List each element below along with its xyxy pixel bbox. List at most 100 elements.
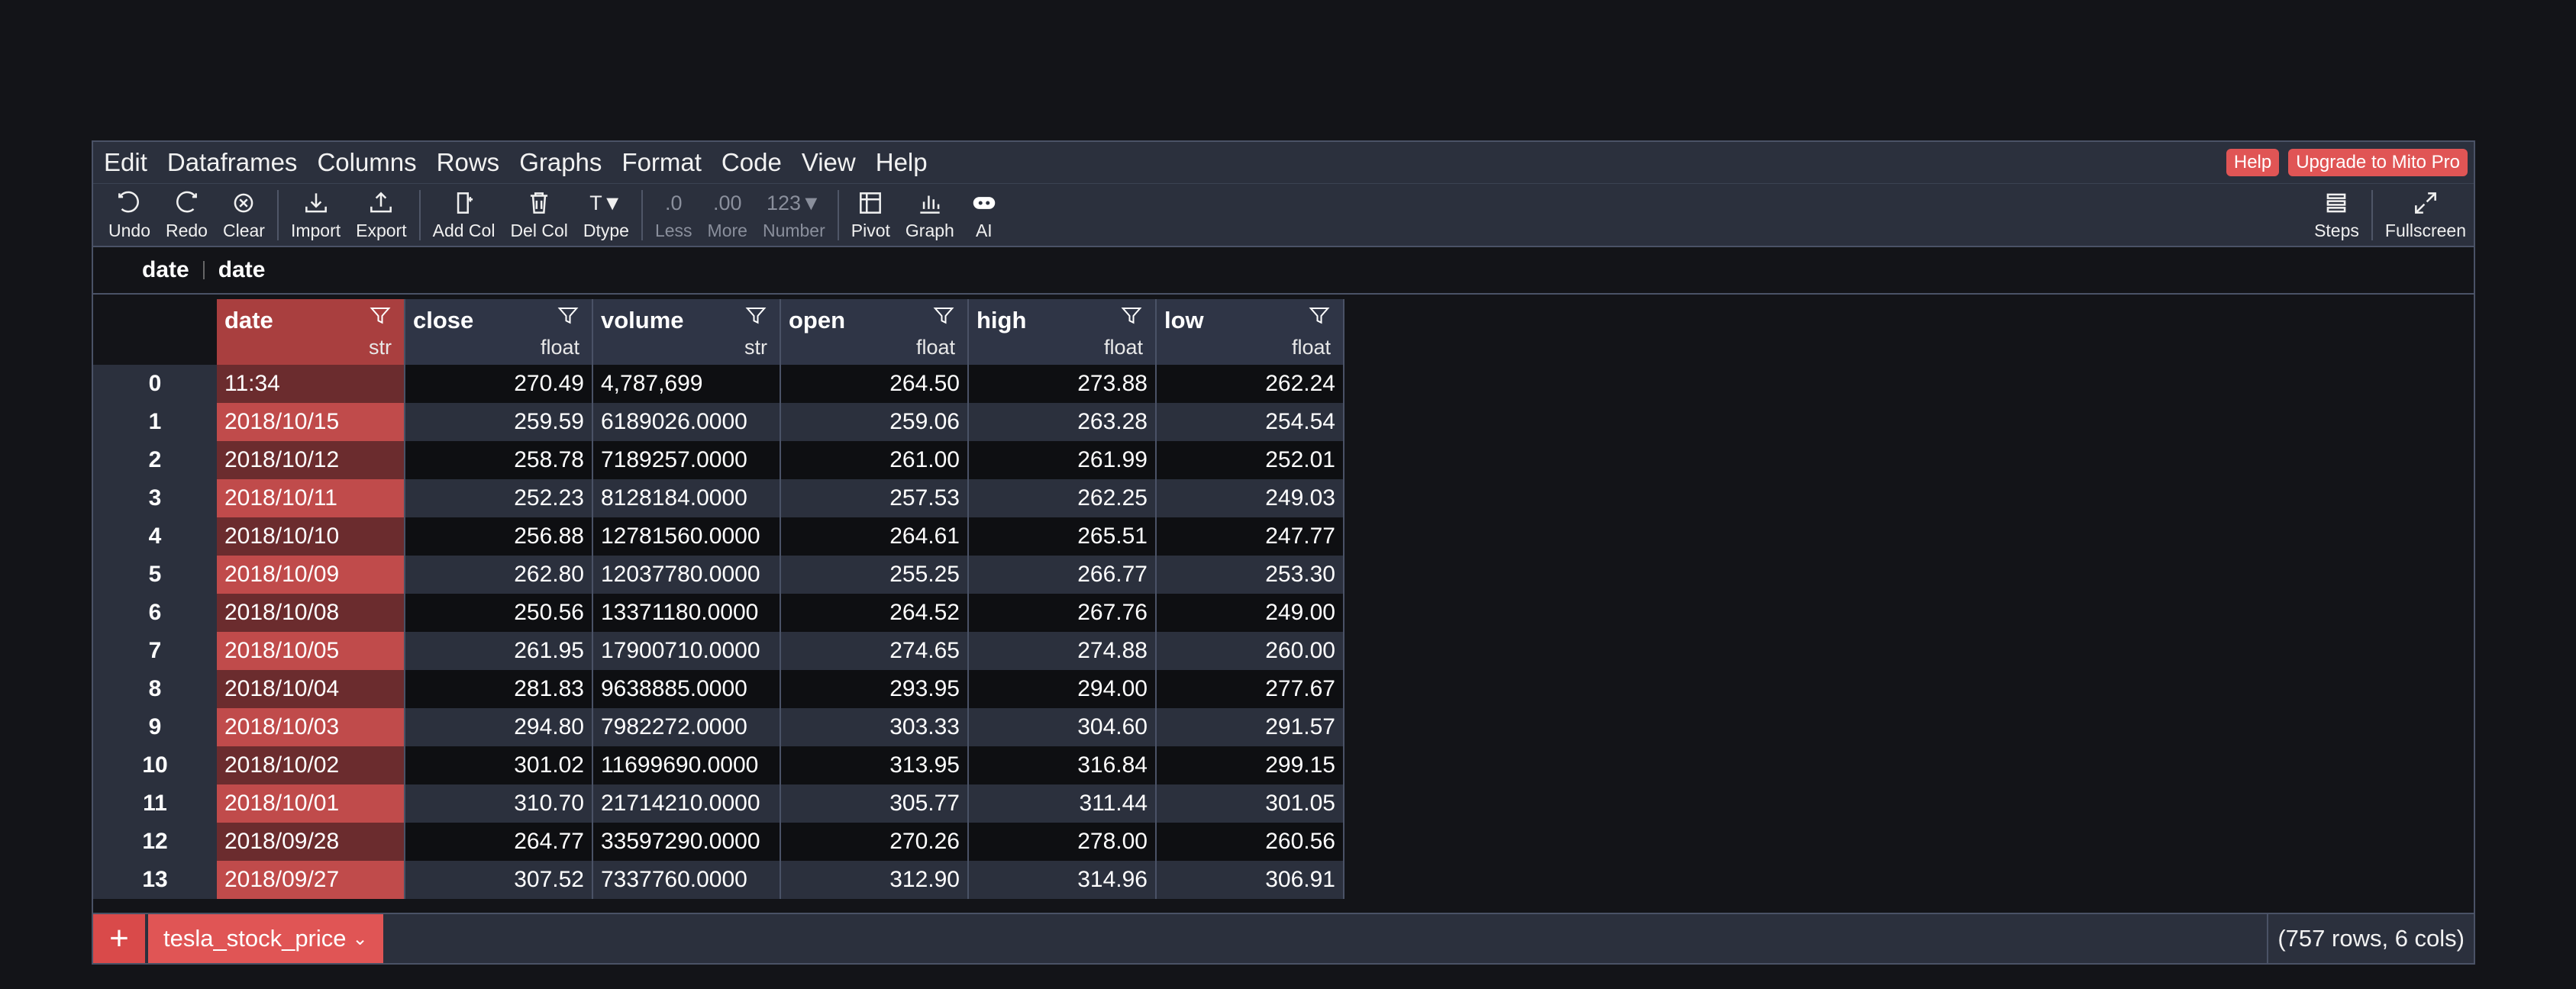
menu-graphs[interactable]: Graphs <box>510 142 611 183</box>
cell-volume[interactable]: 6189026.0000 <box>592 403 781 441</box>
row-index[interactable]: 10 <box>93 746 217 784</box>
menu-edit[interactable]: Edit <box>95 142 157 183</box>
cell-volume[interactable]: 12037780.0000 <box>592 556 781 594</box>
undo-button[interactable]: Undo <box>101 185 158 246</box>
cell-date[interactable]: 2018/10/08 <box>217 594 405 632</box>
cell-close[interactable]: 281.83 <box>405 670 593 708</box>
row-index[interactable]: 9 <box>93 708 217 746</box>
cell-date[interactable]: 2018/10/12 <box>217 441 405 479</box>
cell-high[interactable]: 265.51 <box>968 517 1157 556</box>
cell-high[interactable]: 314.96 <box>968 861 1157 899</box>
add-col-button[interactable]: Add Col <box>425 185 503 246</box>
cell-low[interactable]: 306.91 <box>1156 861 1344 899</box>
row-index[interactable]: 3 <box>93 479 217 517</box>
cell-date[interactable]: 2018/09/27 <box>217 861 405 899</box>
cell-volume[interactable]: 17900710.0000 <box>592 632 781 670</box>
cell-open[interactable]: 264.50 <box>780 365 969 403</box>
cell-high[interactable]: 316.84 <box>968 746 1157 784</box>
cell-close[interactable]: 301.02 <box>405 746 593 784</box>
cell-open[interactable]: 270.26 <box>780 823 969 861</box>
cell-volume[interactable]: 33597290.0000 <box>592 823 781 861</box>
cell-low[interactable]: 252.01 <box>1156 441 1344 479</box>
cell-date[interactable]: 2018/10/10 <box>217 517 405 556</box>
row-index[interactable]: 5 <box>93 556 217 594</box>
cell-low[interactable]: 299.15 <box>1156 746 1344 784</box>
add-sheet-button[interactable]: + <box>93 914 147 963</box>
cell-open[interactable]: 264.61 <box>780 517 969 556</box>
cell-high[interactable]: 266.77 <box>968 556 1157 594</box>
cell-volume[interactable]: 12781560.0000 <box>592 517 781 556</box>
row-index[interactable]: 4 <box>93 517 217 556</box>
menu-help[interactable]: Help <box>867 142 937 183</box>
cell-close[interactable]: 307.52 <box>405 861 593 899</box>
cell-close[interactable]: 264.77 <box>405 823 593 861</box>
help-button[interactable]: Help <box>2226 149 2280 176</box>
cell-close[interactable]: 250.56 <box>405 594 593 632</box>
cell-volume[interactable]: 9638885.0000 <box>592 670 781 708</box>
column-header-close[interactable]: close float <box>405 299 593 365</box>
cell-low[interactable]: 262.24 <box>1156 365 1344 403</box>
cell-high[interactable]: 267.76 <box>968 594 1157 632</box>
cell-high[interactable]: 263.28 <box>968 403 1157 441</box>
cell-date[interactable]: 2018/09/28 <box>217 823 405 861</box>
cell-volume[interactable]: 21714210.0000 <box>592 784 781 823</box>
cell-close[interactable]: 259.59 <box>405 403 593 441</box>
cell-high[interactable]: 278.00 <box>968 823 1157 861</box>
menu-format[interactable]: Format <box>612 142 711 183</box>
column-header-date[interactable]: date str <box>217 299 405 365</box>
more-decimals-button[interactable]: .00 More <box>700 185 755 246</box>
cell-close[interactable]: 294.80 <box>405 708 593 746</box>
less-decimals-button[interactable]: .0 Less <box>647 185 700 246</box>
cell-volume[interactable]: 4,787,699 <box>592 365 781 403</box>
filter-icon[interactable] <box>744 304 767 328</box>
cell-close[interactable]: 261.95 <box>405 632 593 670</box>
filter-icon[interactable] <box>369 304 392 328</box>
cell-volume[interactable]: 13371180.0000 <box>592 594 781 632</box>
column-header-high[interactable]: high float <box>968 299 1157 365</box>
cell-open[interactable]: 274.65 <box>780 632 969 670</box>
cell-high[interactable]: 294.00 <box>968 670 1157 708</box>
cell-date[interactable]: 2018/10/05 <box>217 632 405 670</box>
cell-close[interactable]: 270.49 <box>405 365 593 403</box>
cell-close[interactable]: 262.80 <box>405 556 593 594</box>
cell-open[interactable]: 255.25 <box>780 556 969 594</box>
filter-icon[interactable] <box>557 304 579 328</box>
pivot-button[interactable]: Pivot <box>844 185 898 246</box>
cell-date[interactable]: 2018/10/11 <box>217 479 405 517</box>
cell-close[interactable]: 256.88 <box>405 517 593 556</box>
column-header-volume[interactable]: volume str <box>592 299 781 365</box>
cell-open[interactable]: 257.53 <box>780 479 969 517</box>
cell-high[interactable]: 273.88 <box>968 365 1157 403</box>
cell-date[interactable]: 2018/10/03 <box>217 708 405 746</box>
cell-low[interactable]: 247.77 <box>1156 517 1344 556</box>
cell-volume[interactable]: 7337760.0000 <box>592 861 781 899</box>
cell-open[interactable]: 312.90 <box>780 861 969 899</box>
dtype-button[interactable]: T▼ Dtype <box>576 185 637 246</box>
cell-open[interactable]: 305.77 <box>780 784 969 823</box>
row-index[interactable]: 6 <box>93 594 217 632</box>
number-format-button[interactable]: 123▼ Number <box>755 185 833 246</box>
row-index[interactable]: 7 <box>93 632 217 670</box>
cell-high[interactable]: 261.99 <box>968 441 1157 479</box>
filter-icon[interactable] <box>932 304 955 328</box>
cell-date[interactable]: 2018/10/09 <box>217 556 405 594</box>
cell-low[interactable]: 260.56 <box>1156 823 1344 861</box>
row-index[interactable]: 8 <box>93 670 217 708</box>
menu-view[interactable]: View <box>792 142 865 183</box>
cell-low[interactable]: 277.67 <box>1156 670 1344 708</box>
menu-code[interactable]: Code <box>712 142 791 183</box>
cell-volume[interactable]: 7189257.0000 <box>592 441 781 479</box>
cell-high[interactable]: 311.44 <box>968 784 1157 823</box>
cell-low[interactable]: 249.03 <box>1156 479 1344 517</box>
row-index[interactable]: 1 <box>93 403 217 441</box>
filter-icon[interactable] <box>1308 304 1331 328</box>
cell-volume[interactable]: 11699690.0000 <box>592 746 781 784</box>
cell-date[interactable]: 2018/10/04 <box>217 670 405 708</box>
cell-date[interactable]: 11:34 <box>217 365 405 403</box>
menu-columns[interactable]: Columns <box>308 142 425 183</box>
cell-close[interactable]: 252.23 <box>405 479 593 517</box>
cell-low[interactable]: 301.05 <box>1156 784 1344 823</box>
cell-close[interactable]: 258.78 <box>405 441 593 479</box>
graph-button[interactable]: Graph <box>898 185 962 246</box>
sheet-tab[interactable]: tesla_stock_price ⌄ <box>148 914 383 963</box>
